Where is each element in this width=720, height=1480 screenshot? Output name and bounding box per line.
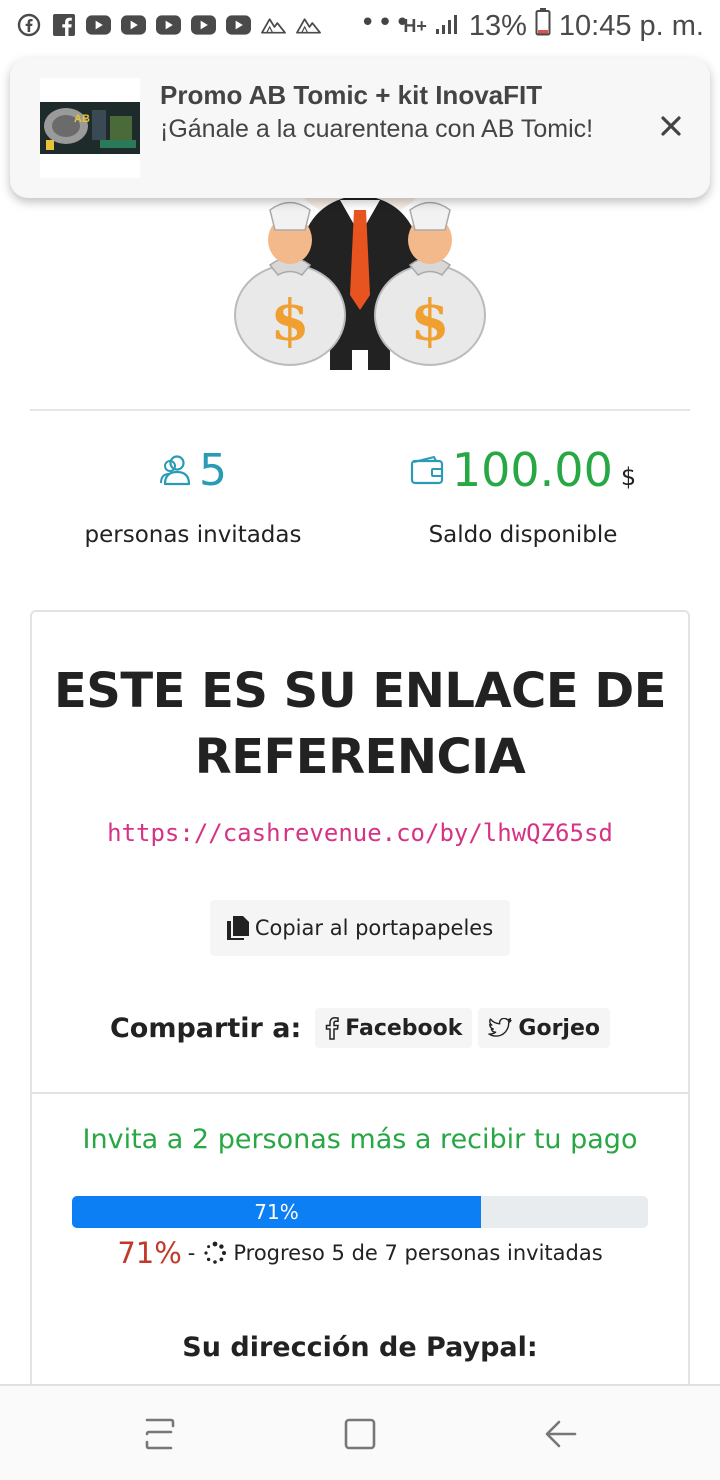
progress-bar: 71% — [72, 1196, 648, 1228]
referral-link[interactable]: https://cashrevenue.co/by/lhwQZ65sd — [72, 810, 648, 857]
facebook-square-icon — [51, 12, 76, 37]
balance-amount: 100.00 — [451, 443, 613, 497]
navigation-bar — [0, 1384, 720, 1480]
section-divider — [30, 409, 690, 411]
youtube-icon — [156, 12, 181, 37]
svg-text:$: $ — [411, 288, 450, 354]
balance-currency: $ — [620, 463, 637, 491]
battery-icon — [535, 8, 551, 44]
notification-body: ¡Gánale a la cuarentena con AB Tomic! — [160, 115, 594, 143]
invite-message: Invita a 2 personas más a recibir tu pag… — [82, 1124, 638, 1155]
referral-card: ESTE ES SU ENLACE DE REFERENCIA https://… — [30, 610, 690, 1480]
copy-icon — [226, 916, 249, 940]
progress-fill: 71% — [72, 1196, 481, 1228]
mountain-icon — [296, 12, 321, 37]
progress-detail: Progreso 5 de 7 personas invitadas — [233, 1241, 603, 1265]
back-arrow-icon — [545, 1420, 577, 1448]
balance-stat: 100.00 $ Saldo disponible — [358, 440, 688, 548]
card-divider — [32, 1092, 688, 1094]
copy-to-clipboard-button[interactable]: Copiar al portapapeles — [210, 900, 510, 956]
wallet-icon — [410, 455, 444, 485]
push-notification[interactable]: AB Promo AB Tomic + kit InovaFIT ¡Gánale… — [10, 58, 710, 198]
users-icon — [159, 453, 193, 487]
notification-thumbnail: AB — [40, 78, 140, 178]
recent-apps-button[interactable] — [137, 1412, 181, 1456]
referral-title: ESTE ES SU ENLACE DE REFERENCIA — [54, 663, 666, 785]
close-icon[interactable] — [656, 112, 686, 142]
signal-icon — [435, 10, 461, 43]
balance-label: Saldo disponible — [428, 522, 618, 548]
paypal-label: Su dirección de Paypal: — [182, 1332, 538, 1363]
share-facebook-label: Facebook — [345, 1015, 463, 1041]
copy-label: Copiar al portapapeles — [254, 916, 494, 940]
clock: 10:45 p. m. — [558, 9, 704, 42]
share-row: Compartir a: Facebook Gorjeo — [32, 1008, 688, 1048]
home-icon — [344, 1418, 376, 1450]
share-label: Compartir a: — [109, 1012, 302, 1044]
twitter-icon — [488, 1018, 513, 1037]
recent-apps-icon — [145, 1418, 175, 1450]
youtube-icon — [191, 12, 216, 37]
mountain-icon — [261, 12, 286, 37]
facebook-circle-icon — [16, 12, 41, 37]
notification-thumb-text: AB — [74, 113, 90, 125]
spinner-icon — [204, 1241, 227, 1264]
svg-text:$: $ — [271, 288, 310, 354]
progress-bar-label: 71% — [254, 1200, 299, 1224]
home-button[interactable] — [338, 1412, 382, 1456]
share-twitter-button[interactable]: Gorjeo — [478, 1008, 611, 1048]
youtube-icon — [121, 12, 146, 37]
invited-label: personas invitadas — [84, 522, 302, 548]
youtube-icon — [86, 12, 111, 37]
share-facebook-button[interactable]: Facebook — [315, 1008, 473, 1048]
status-bar: ••• H+ 13% 10:45 p. m. — [0, 0, 720, 50]
invited-count: 5 — [199, 444, 227, 496]
youtube-icon — [226, 12, 251, 37]
invited-stat: 5 personas invitadas — [28, 440, 358, 549]
notification-icons — [16, 12, 331, 37]
facebook-icon — [326, 1017, 340, 1040]
battery-percent: 13% — [468, 9, 527, 42]
back-button[interactable] — [539, 1412, 583, 1456]
notification-title: Promo AB Tomic + kit InovaFIT — [160, 80, 543, 110]
network-type: H+ — [403, 16, 427, 36]
progress-dash: - — [187, 1241, 196, 1265]
progress-percent: 71% — [117, 1236, 182, 1270]
share-twitter-label: Gorjeo — [518, 1015, 601, 1041]
progress-summary: 71% - Progreso 5 de 7 personas invitadas — [32, 1236, 688, 1270]
system-status: H+ 13% 10:45 p. m. — [403, 8, 704, 44]
